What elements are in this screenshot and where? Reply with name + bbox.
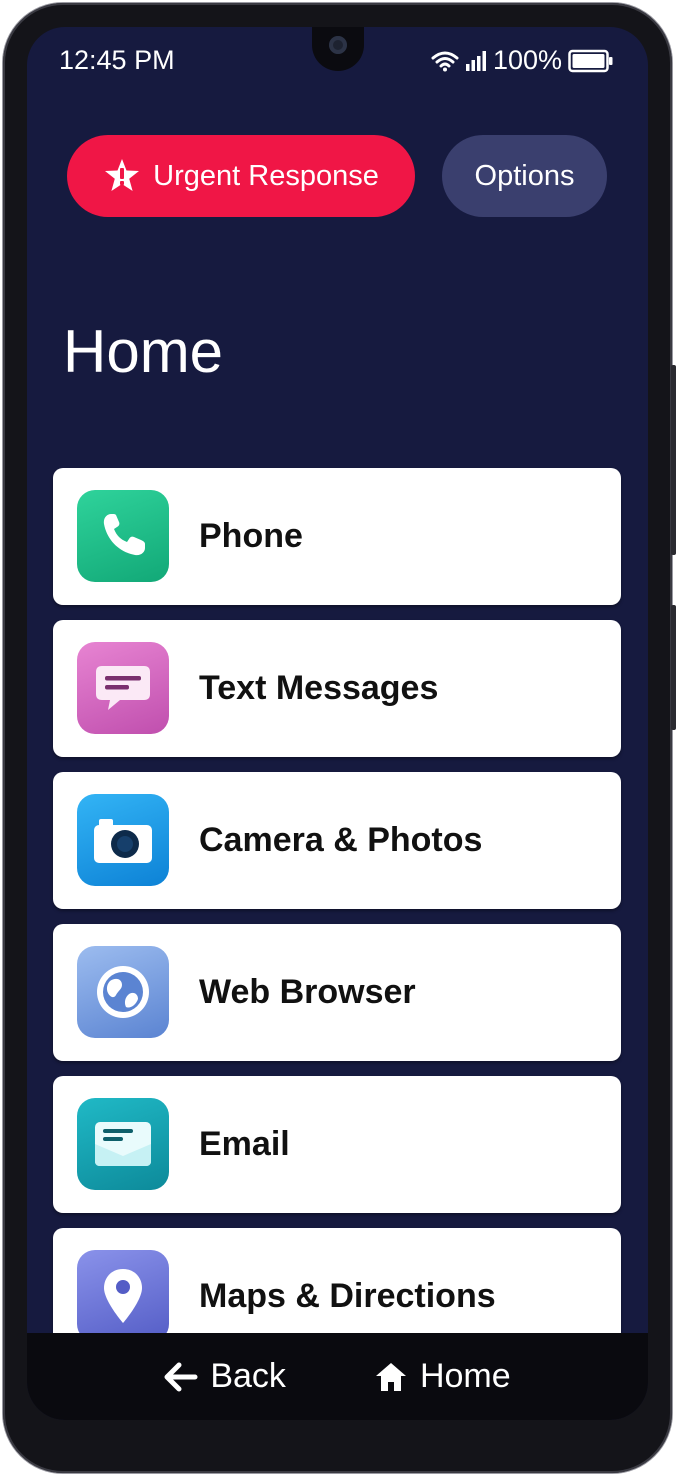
email-icon <box>77 1098 169 1190</box>
arrow-left-icon <box>164 1362 198 1392</box>
app-label-camera: Camera & Photos <box>199 821 483 859</box>
bottom-nav-bar: Back Home <box>27 1333 648 1420</box>
urgent-response-button[interactable]: Urgent Response <box>67 135 415 217</box>
app-item-email[interactable]: Email <box>53 1076 621 1213</box>
globe-icon <box>77 946 169 1038</box>
urgent-response-label: Urgent Response <box>153 159 379 192</box>
status-icons: 100% <box>431 45 614 76</box>
app-label-email: Email <box>199 1125 290 1163</box>
app-item-camera[interactable]: Camera & Photos <box>53 772 621 909</box>
home-icon <box>374 1361 408 1393</box>
battery-percent: 100% <box>492 45 562 75</box>
app-item-phone[interactable]: Phone <box>53 468 621 605</box>
back-label: Back <box>210 1357 286 1395</box>
status-time: 12:45 PM <box>59 45 175 75</box>
app-item-web-browser[interactable]: Web Browser <box>53 924 621 1061</box>
camera-notch <box>312 27 364 71</box>
map-pin-icon <box>77 1250 169 1342</box>
message-icon <box>77 642 169 734</box>
signal-icon <box>465 50 487 72</box>
page-title: Home <box>63 318 224 385</box>
back-button[interactable]: Back <box>164 1357 286 1396</box>
app-item-text-messages[interactable]: Text Messages <box>53 620 621 757</box>
phone-icon <box>77 490 169 582</box>
app-list: Phone Text Messages Camera & Photos Web … <box>53 468 621 1380</box>
app-label-maps: Maps & Directions <box>199 1277 496 1315</box>
wifi-icon <box>431 50 459 72</box>
app-label-web-browser: Web Browser <box>199 973 416 1011</box>
front-camera-icon <box>329 36 347 54</box>
home-label: Home <box>419 1357 511 1395</box>
urgent-star-icon <box>103 157 141 195</box>
camera-icon <box>77 794 169 886</box>
options-button[interactable]: Options <box>442 135 607 217</box>
app-label-text-messages: Text Messages <box>199 669 439 707</box>
home-button[interactable]: Home <box>374 1357 511 1396</box>
power-button <box>671 605 676 730</box>
screen: 12:45 PM 100% Urgent Response Options Ho… <box>27 27 648 1420</box>
battery-icon <box>568 49 614 73</box>
app-label-phone: Phone <box>199 517 303 555</box>
volume-button <box>671 365 676 555</box>
